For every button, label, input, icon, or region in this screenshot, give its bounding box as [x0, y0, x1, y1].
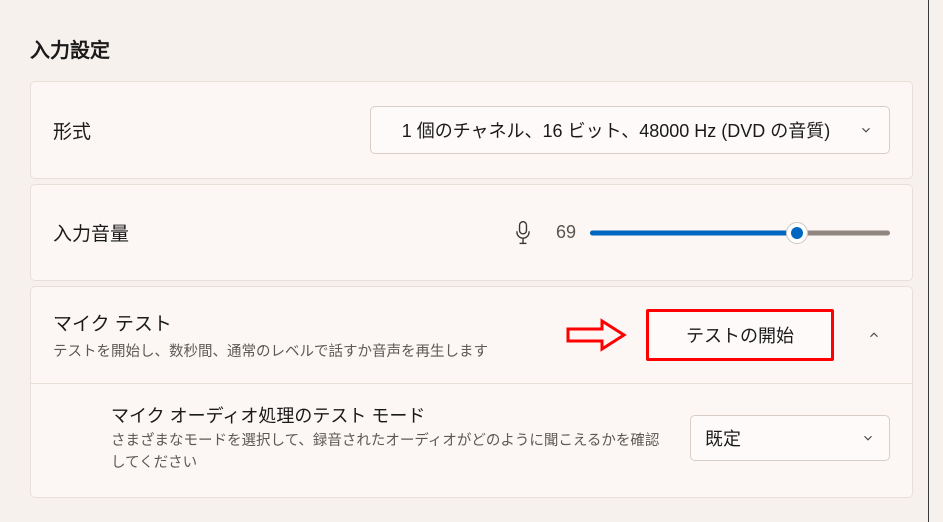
volume-slider[interactable] [590, 221, 890, 245]
mic-test-card: マイク テスト テストを開始し、数秒間、通常のレベルで話すか音声を再生します テ… [30, 286, 913, 498]
format-select[interactable]: 1 個のチャネル、16 ビット、48000 Hz (DVD の音質) [370, 106, 890, 154]
chevron-down-icon [861, 431, 875, 445]
processing-mode-value: 既定 [705, 425, 741, 451]
slider-fill [590, 230, 797, 235]
annotation-arrow-icon [566, 317, 628, 353]
section-title: 入力設定 [30, 34, 913, 63]
chevron-down-icon [859, 123, 873, 137]
input-volume-card: 入力音量 69 [30, 184, 913, 281]
format-label: 形式 [53, 117, 113, 144]
microphone-icon [512, 220, 534, 246]
window-divider [928, 0, 929, 522]
chevron-up-icon [867, 328, 881, 342]
format-card: 形式 1 個のチャネル、16 ビット、48000 Hz (DVD の音質) [30, 81, 913, 179]
processing-mode-select[interactable]: 既定 [690, 415, 890, 461]
collapse-toggle[interactable] [858, 319, 890, 351]
processing-mode-title: マイク オーディオ処理のテスト モード [111, 402, 664, 428]
volume-value: 69 [548, 222, 576, 243]
slider-thumb[interactable] [786, 222, 808, 244]
format-value: 1 個のチャネル、16 ビット、48000 Hz (DVD の音質) [387, 117, 845, 143]
mic-test-description: テストを開始し、数秒間、通常のレベルで話すか音声を再生します [53, 340, 552, 361]
volume-label: 入力音量 [53, 219, 129, 246]
mic-test-title: マイク テスト [53, 309, 552, 336]
start-test-button[interactable]: テストの開始 [646, 309, 834, 361]
processing-mode-description: さまざまなモードを選択して、録音されたオーディオがどのように聞こえるかを確認して… [111, 431, 664, 475]
